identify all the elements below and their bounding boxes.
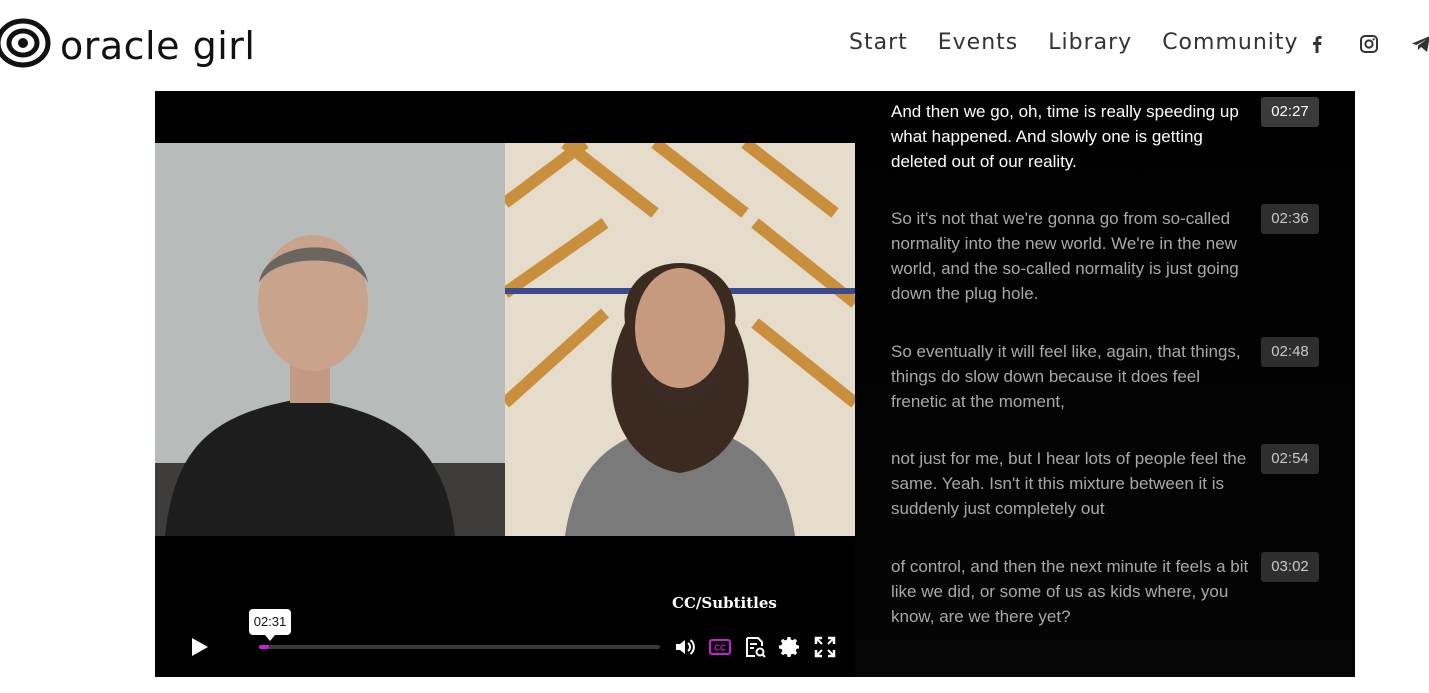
transcript-timestamp[interactable]: 02:36 bbox=[1261, 204, 1319, 234]
transcript-timestamp[interactable]: 02:27 bbox=[1261, 97, 1319, 127]
nav-events[interactable]: Events bbox=[938, 30, 1019, 55]
nav-community[interactable]: Community bbox=[1162, 30, 1298, 55]
volume-button[interactable] bbox=[673, 635, 697, 659]
transcript-timestamp[interactable]: 03:02 bbox=[1261, 552, 1319, 582]
video-frame-left bbox=[155, 143, 505, 536]
gear-icon bbox=[779, 637, 799, 657]
transcript-text: So it's not that we're gonna go from so-… bbox=[891, 209, 1239, 303]
telegram-icon[interactable] bbox=[1410, 33, 1429, 55]
video-area[interactable]: CC/Subtitles 02:31 CC bbox=[155, 91, 855, 677]
transcript-text: not just for me, but I hear lots of peop… bbox=[891, 449, 1247, 518]
progress-bar[interactable] bbox=[259, 645, 660, 649]
transcript-text: So eventually it will feel like, again, … bbox=[891, 342, 1241, 411]
video-player: CC/Subtitles 02:31 CC And then we go, oh… bbox=[155, 91, 1355, 677]
speaker-left-image bbox=[155, 143, 505, 536]
speaker-right-image bbox=[505, 143, 855, 536]
cc-icon: CC bbox=[709, 639, 731, 655]
progress-fill bbox=[259, 645, 270, 649]
brand-name: oracle girl bbox=[60, 23, 256, 68]
svg-text:CC: CC bbox=[714, 644, 726, 653]
social-links bbox=[1306, 33, 1429, 55]
main-nav: Start Events Library Community bbox=[849, 30, 1299, 55]
fullscreen-button[interactable] bbox=[813, 635, 837, 659]
transcript-entry[interactable]: So eventually it will feel like, again, … bbox=[891, 337, 1319, 414]
eye-logo-icon bbox=[0, 14, 52, 77]
transcript-entry[interactable]: So it's not that we're gonna go from so-… bbox=[891, 204, 1319, 306]
transcript-search-button[interactable] bbox=[743, 635, 767, 659]
settings-button[interactable] bbox=[778, 635, 802, 659]
transcript-entry[interactable]: And then we go, oh, time is really speed… bbox=[891, 97, 1319, 174]
play-icon bbox=[192, 638, 208, 656]
nav-start[interactable]: Start bbox=[849, 30, 908, 55]
transcript-search-icon bbox=[746, 637, 766, 658]
transcript-entry[interactable]: of control, and then the next minute it … bbox=[891, 552, 1319, 629]
instagram-icon[interactable] bbox=[1358, 33, 1380, 55]
video-frame-right bbox=[505, 143, 855, 536]
volume-icon bbox=[676, 639, 695, 655]
transcript-timestamp[interactable]: 02:54 bbox=[1261, 444, 1319, 474]
nav-library[interactable]: Library bbox=[1048, 30, 1132, 55]
transcript-panel: And then we go, oh, time is really speed… bbox=[855, 91, 1355, 677]
site-header: oracle girl Start Events Library Communi… bbox=[0, 0, 1429, 91]
transcript-text: of control, and then the next minute it … bbox=[891, 557, 1249, 626]
facebook-icon[interactable] bbox=[1306, 33, 1328, 55]
transcript-timestamp[interactable]: 02:48 bbox=[1261, 337, 1319, 367]
brand-logo[interactable]: oracle girl bbox=[0, 14, 255, 77]
captions-button[interactable]: CC bbox=[708, 635, 732, 659]
fullscreen-icon bbox=[814, 636, 836, 658]
cc-subtitles-label: CC/Subtitles bbox=[672, 594, 777, 612]
transcript-text: And then we go, oh, time is really speed… bbox=[891, 102, 1239, 171]
player-controls: CC bbox=[155, 627, 855, 667]
transcript-entry[interactable]: not just for me, but I hear lots of peop… bbox=[891, 444, 1319, 521]
play-button[interactable] bbox=[187, 635, 211, 659]
